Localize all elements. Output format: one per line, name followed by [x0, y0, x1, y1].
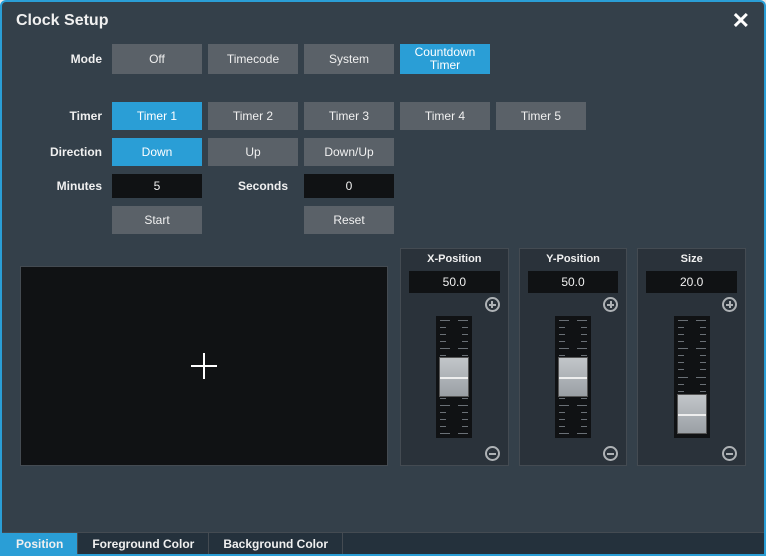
clock-setup-window: Clock Setup ✕ Mode Off Timecode System C…	[0, 0, 766, 556]
y-slider-knob[interactable]	[558, 357, 588, 397]
timer-2-button[interactable]: Timer 2	[208, 102, 298, 130]
x-position-slider: X-Position 50.0	[400, 248, 509, 466]
size-minus-icon[interactable]	[722, 446, 737, 461]
x-slider-value[interactable]: 50.0	[409, 271, 500, 293]
timer-row: Timer Timer 1 Timer 2 Timer 3 Timer 4 Ti…	[20, 102, 746, 130]
mode-row: Mode Off Timecode System CountdownTimer	[20, 44, 746, 74]
timer-1-button[interactable]: Timer 1	[112, 102, 202, 130]
start-button[interactable]: Start	[112, 206, 202, 234]
content-area: Mode Off Timecode System CountdownTimer …	[2, 38, 764, 234]
size-slider-knob[interactable]	[677, 394, 707, 434]
size-plus-icon[interactable]	[722, 297, 737, 312]
mode-system-button[interactable]: System	[304, 44, 394, 74]
tab-foreground-color[interactable]: Foreground Color	[78, 533, 209, 554]
timer-label: Timer	[20, 109, 112, 123]
reset-button[interactable]: Reset	[304, 206, 394, 234]
direction-down-button[interactable]: Down	[112, 138, 202, 166]
window-title: Clock Setup	[16, 12, 108, 30]
minutes-input[interactable]: 5	[112, 174, 202, 198]
mode-countdown-label: CountdownTimer	[415, 46, 476, 72]
x-minus-icon[interactable]	[485, 446, 500, 461]
y-minus-icon[interactable]	[603, 446, 618, 461]
y-slider-label: Y-Position	[546, 253, 600, 267]
preview-wrap	[20, 248, 388, 466]
position-preview[interactable]	[20, 266, 388, 466]
direction-label: Direction	[20, 145, 112, 159]
x-slider-track[interactable]	[405, 316, 504, 438]
x-slider-label: X-Position	[427, 253, 481, 267]
time-row: Minutes 5 Seconds 0	[20, 174, 746, 198]
size-slider: Size 20.0	[637, 248, 746, 466]
minutes-label: Minutes	[20, 179, 112, 193]
mode-timecode-button[interactable]: Timecode	[208, 44, 298, 74]
y-slider-value[interactable]: 50.0	[528, 271, 619, 293]
direction-row: Direction Down Up Down/Up	[20, 138, 746, 166]
x-plus-icon[interactable]	[485, 297, 500, 312]
tab-background-color[interactable]: Background Color	[209, 533, 343, 554]
lower-area: X-Position 50.0 Y-Position 50.0	[2, 242, 764, 466]
close-icon[interactable]: ✕	[732, 10, 750, 32]
timer-4-button[interactable]: Timer 4	[400, 102, 490, 130]
x-slider-knob[interactable]	[439, 357, 469, 397]
size-slider-value[interactable]: 20.0	[646, 271, 737, 293]
tab-position[interactable]: Position	[2, 533, 78, 554]
bottom-tabs: Position Foreground Color Background Col…	[2, 532, 764, 554]
mode-label: Mode	[20, 52, 112, 66]
titlebar: Clock Setup ✕	[2, 2, 764, 38]
size-slider-label: Size	[681, 253, 703, 267]
mode-off-button[interactable]: Off	[112, 44, 202, 74]
size-slider-track[interactable]	[642, 316, 741, 438]
y-slider-track[interactable]	[524, 316, 623, 438]
direction-downup-button[interactable]: Down/Up	[304, 138, 394, 166]
mode-countdown-button[interactable]: CountdownTimer	[400, 44, 490, 74]
y-plus-icon[interactable]	[603, 297, 618, 312]
seconds-input[interactable]: 0	[304, 174, 394, 198]
direction-up-button[interactable]: Up	[208, 138, 298, 166]
action-row: Start Reset	[20, 206, 746, 234]
timer-5-button[interactable]: Timer 5	[496, 102, 586, 130]
seconds-label: Seconds	[208, 179, 298, 193]
slider-group: X-Position 50.0 Y-Position 50.0	[400, 248, 746, 466]
timer-3-button[interactable]: Timer 3	[304, 102, 394, 130]
y-position-slider: Y-Position 50.0	[519, 248, 628, 466]
